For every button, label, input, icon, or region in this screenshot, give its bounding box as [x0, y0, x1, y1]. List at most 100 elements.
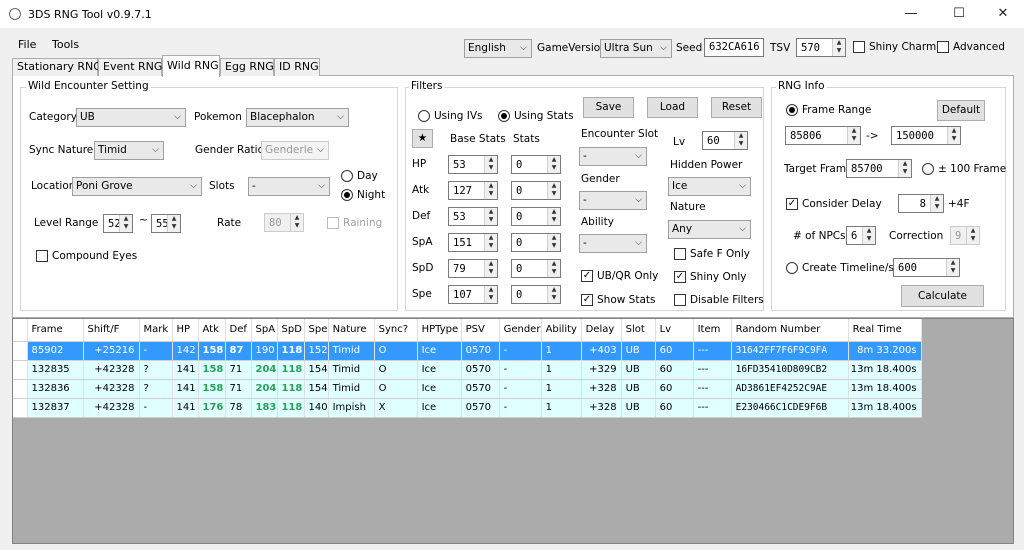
hidden-power-select[interactable]: Ice ⌵ [668, 177, 751, 196]
stepper-arrows-icon[interactable]: ▲ ▼ [898, 160, 911, 177]
frame-min-stepper[interactable]: 85806 ▲ ▼ [785, 126, 861, 145]
stepper-arrows-icon[interactable]: ▲ ▼ [167, 215, 180, 232]
frame-max-stepper[interactable]: 150000 ▲ ▼ [891, 126, 961, 145]
stepper-arrows-icon[interactable]: ▲ ▼ [547, 260, 560, 277]
row-header[interactable] [13, 379, 28, 399]
column-header-psv[interactable]: PSV [461, 319, 500, 342]
column-header-nature[interactable]: Nature [328, 319, 375, 342]
stepper-arrows-icon[interactable]: ▲ ▼ [946, 259, 959, 276]
create-timeline-radio[interactable] [786, 262, 798, 274]
stepper-arrows-icon[interactable]: ▲ ▼ [947, 127, 960, 144]
menu-file[interactable]: File [18, 38, 36, 51]
table-row[interactable]: 85902 +25216-142 158 87 190 118 152 Timid O Ice 05… [13, 341, 922, 361]
stat-spa[interactable]: 0 ▲ ▼ [511, 233, 561, 252]
stepper-arrows-icon[interactable]: ▲ ▼ [547, 286, 560, 303]
stepper-arrows-icon[interactable]: ▲ ▼ [547, 234, 560, 251]
column-header-item[interactable]: Item [693, 319, 732, 342]
base-stat-hp[interactable]: 53 ▲ ▼ [448, 155, 498, 174]
npcs-stepper[interactable]: 6 ▲ ▼ [846, 226, 876, 245]
seed-input[interactable]: 632CA616 [704, 38, 764, 57]
advanced-checkbox[interactable] [937, 41, 949, 53]
stat-def[interactable]: 0 ▲ ▼ [511, 207, 561, 226]
stepper-arrows-icon[interactable]: ▲ ▼ [484, 182, 497, 199]
column-header-gender[interactable]: Gender [499, 319, 542, 342]
stepper-arrows-icon[interactable]: ▲ ▼ [484, 286, 497, 303]
results-grid[interactable]: Frame Shift/F Mark HP Atk Def SpA SpD Spe Nature S… [12, 318, 1014, 544]
level-max-stepper[interactable]: 55 ▲ ▼ [151, 214, 181, 233]
maximize-button[interactable]: ☐ [936, 0, 982, 28]
column-header-spe[interactable]: Spe [304, 319, 329, 342]
base-stat-spd[interactable]: 79 ▲ ▼ [448, 259, 498, 278]
night-radio[interactable] [341, 189, 353, 201]
stepper-arrows-icon[interactable]: ▲ ▼ [847, 127, 860, 144]
column-header-hptype[interactable]: HPType [417, 319, 462, 342]
plus-minus-100-radio[interactable] [922, 163, 934, 175]
load-button[interactable]: Load [647, 97, 698, 118]
category-select[interactable]: UB ⌵ [76, 108, 186, 127]
stepper-arrows-icon[interactable]: ▲ ▼ [484, 156, 497, 173]
disable-filters-checkbox[interactable] [674, 294, 686, 306]
delay-stepper[interactable]: 8 ▲ ▼ [898, 194, 944, 213]
timeline-stepper[interactable]: 600 ▲ ▼ [893, 258, 960, 277]
close-button[interactable]: ✕ [980, 0, 1024, 28]
location-select[interactable]: Poni Grove ⌵ [72, 177, 202, 196]
frame-range-radio[interactable] [786, 104, 798, 116]
tab-egg-rng[interactable]: Egg RNG [220, 58, 274, 76]
column-header-atk[interactable]: Atk [198, 319, 226, 342]
star-button[interactable]: ★ [412, 129, 433, 148]
tab-event-rng[interactable]: Event RNG [98, 58, 162, 76]
base-stat-atk[interactable]: 127 ▲ ▼ [448, 181, 498, 200]
shiny-only-checkbox[interactable]: ✓ [674, 271, 686, 283]
column-header-sync[interactable]: Sync? [374, 319, 418, 342]
row-header[interactable] [13, 398, 28, 418]
table-row[interactable]: 132837 +42328-141 176 78 183 118 140 Impish X Ice… [13, 398, 922, 418]
column-header-spa[interactable]: SpA [251, 319, 278, 342]
stat-hp[interactable]: 0 ▲ ▼ [511, 155, 561, 174]
stepper-arrows-icon[interactable]: ▲ ▼ [484, 208, 497, 225]
stepper-arrows-icon[interactable]: ▲ ▼ [862, 227, 875, 244]
base-stat-spa[interactable]: 151 ▲ ▼ [448, 233, 498, 252]
pokemon-select[interactable]: Blacephalon ⌵ [246, 108, 349, 127]
day-radio[interactable] [341, 170, 353, 182]
column-header-slot[interactable]: Slot [621, 319, 656, 342]
stat-spd[interactable]: 0 ▲ ▼ [511, 259, 561, 278]
show-stats-checkbox[interactable]: ✓ [581, 294, 593, 306]
stat-atk[interactable]: 0 ▲ ▼ [511, 181, 561, 200]
default-button[interactable]: Default [937, 100, 985, 121]
level-min-stepper[interactable]: 52 ▲ ▼ [103, 214, 133, 233]
calculate-button[interactable]: Calculate [901, 285, 984, 307]
column-header-def[interactable]: Def [225, 319, 252, 342]
shiny-charm-checkbox[interactable] [853, 41, 865, 53]
nature-filter-select[interactable]: Any ⌵ [668, 220, 751, 239]
minimize-button[interactable]: — [888, 0, 934, 28]
ub-qr-only-checkbox[interactable]: ✓ [581, 270, 593, 282]
column-header-real-time[interactable]: Real Time [848, 319, 922, 342]
column-header-mark[interactable]: Mark [139, 319, 173, 342]
using-ivs-radio[interactable] [418, 110, 430, 122]
safe-f-only-checkbox[interactable] [674, 248, 686, 260]
row-header[interactable] [13, 341, 28, 361]
column-header-shift-f[interactable]: Shift/F [83, 319, 140, 342]
stepper-arrows-icon[interactable]: ▲ ▼ [547, 182, 560, 199]
stepper-arrows-icon[interactable]: ▲ ▼ [832, 39, 845, 56]
stepper-arrows-icon[interactable]: ▲ ▼ [734, 132, 747, 149]
slots-select[interactable]: - ⌵ [248, 177, 330, 196]
base-stat-spe[interactable]: 107 ▲ ▼ [448, 285, 498, 304]
tab-stationary-rng[interactable]: Stationary RNG [12, 58, 102, 76]
ability-filter-select[interactable]: - ⌵ [579, 234, 647, 253]
lv-stepper[interactable]: 60 ▲ ▼ [702, 131, 748, 150]
column-header-lv[interactable]: Lv [655, 319, 694, 342]
tsv-stepper[interactable]: 570 ▲ ▼ [796, 38, 846, 57]
tab-wild-rng[interactable]: Wild RNG [162, 55, 220, 77]
stepper-arrows-icon[interactable]: ▲ ▼ [547, 208, 560, 225]
row-header[interactable] [13, 360, 28, 380]
column-header-delay[interactable]: Delay [581, 319, 622, 342]
table-row[interactable]: 132835 +42328? 141 158 71 204 118 154 Timid O Ice 0… [13, 360, 922, 380]
table-row[interactable]: 132836 +42328? 141 158 71 204 118 154 Timid O Ice 0… [13, 379, 922, 399]
encounter-slot-select[interactable]: - ⌵ [579, 147, 647, 166]
save-button[interactable]: Save [583, 97, 634, 118]
stepper-arrows-icon[interactable]: ▲ ▼ [484, 234, 497, 251]
base-stat-def[interactable]: 53 ▲ ▼ [448, 207, 498, 226]
column-header-spd[interactable]: SpD [277, 319, 305, 342]
column-header-ability[interactable]: Ability [541, 319, 582, 342]
